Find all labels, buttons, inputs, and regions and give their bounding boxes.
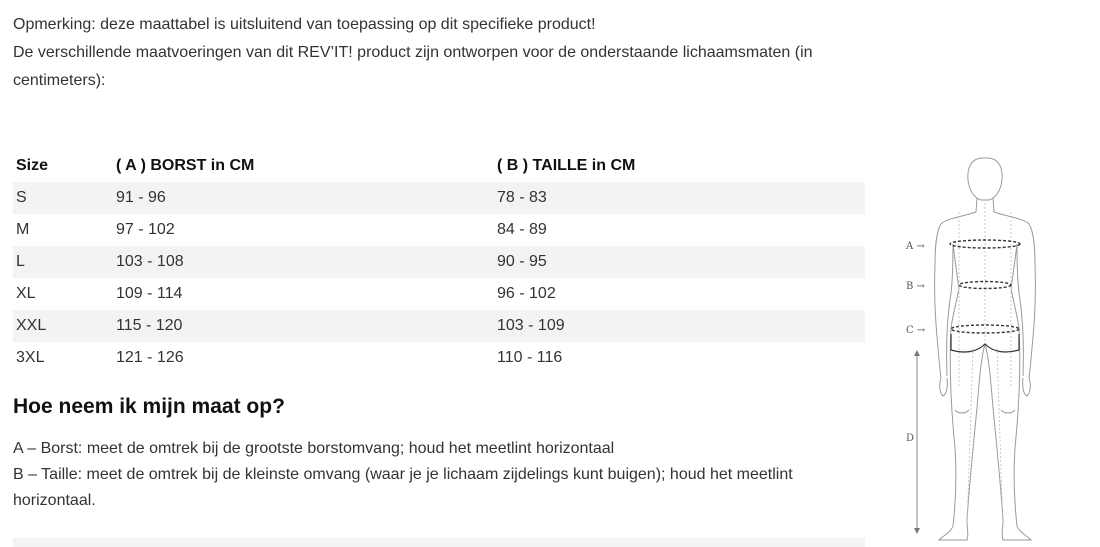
header-size: Size [16,157,49,174]
howto-title: Hoe neem ik mijn maat op? [13,395,285,418]
chest-cell: 121 - 126 [116,349,184,366]
waist-cell: 96 - 102 [497,285,556,302]
header-waist: ( B ) TAILLE in CM [497,157,636,174]
chest-cell: 115 - 120 [113,310,494,342]
howto-instructions: A – Borst: meet de omtrek bij de grootst… [13,436,833,514]
table-row: L 103 - 108 90 - 95 [13,246,865,278]
table-row: XXL 115 - 120 103 - 109 [13,310,865,342]
chest-cell: 103 - 108 [113,246,494,278]
intro-text: Opmerking: deze maattabel is uitsluitend… [13,11,863,95]
body-figure-icon: A → B → C → D [905,157,1036,541]
label-a: A → [905,241,925,252]
table-row: S 91 - 96 78 - 83 [13,182,865,214]
size-table: Size ( A ) BORST in CM ( B ) TAILLE in C… [13,150,865,374]
waist-cell: 110 - 116 [497,349,563,366]
size-cell: XL [16,285,36,302]
chest-cell: 109 - 114 [116,285,183,302]
label-d: D [906,433,914,444]
size-cell: L [13,246,113,278]
table-footer-band [13,538,865,547]
chest-cell: 97 - 102 [116,221,175,238]
waist-cell: 90 - 95 [494,246,865,278]
body-measurement-figure: A → B → C → D [895,148,1075,547]
size-cell: M [16,221,30,238]
size-cell: S [13,182,113,214]
size-cell: 3XL [16,349,45,366]
header-chest: ( A ) BORST in CM [116,157,255,174]
waist-cell: 103 - 109 [494,310,865,342]
size-table-header: Size ( A ) BORST in CM ( B ) TAILLE in C… [13,150,865,182]
instruction-chest: A – Borst: meet de omtrek bij de grootst… [13,440,615,457]
waist-cell: 84 - 89 [497,221,547,238]
label-b: B → [906,281,926,292]
table-row: XL 109 - 114 96 - 102 [13,278,865,310]
intro-description: De verschillende maatvoeringen van dit R… [13,44,813,89]
table-row: 3XL 121 - 126 110 - 116 [13,342,865,374]
waist-cell: 78 - 83 [494,182,865,214]
size-cell: XXL [13,310,113,342]
instruction-waist: B – Taille: meet de omtrek bij de kleins… [13,466,793,509]
table-row: M 97 - 102 84 - 89 [13,214,865,246]
label-c: C → [906,325,926,336]
intro-note: Opmerking: deze maattabel is uitsluitend… [13,16,596,33]
chest-cell: 91 - 96 [113,182,494,214]
